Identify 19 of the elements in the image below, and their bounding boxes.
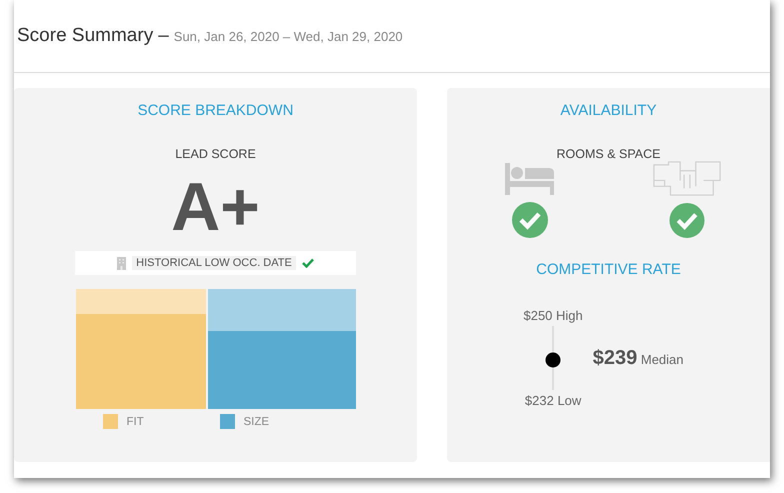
legend-label: FIT: [126, 416, 144, 428]
lead-score-grade: A+: [171, 173, 260, 241]
page-title: Score Summary: [17, 25, 154, 47]
floor-plan-icon: [652, 161, 722, 196]
panel-title: SCORE BREAKDOWN: [138, 102, 294, 119]
rate-scale-drawing: [545, 326, 562, 390]
low-rate: $232 Low: [524, 393, 582, 408]
title-separator: –: [158, 25, 169, 47]
section-title: COMPETITIVE RATE: [536, 261, 681, 278]
lead-score-label: LEAD SCORE: [175, 147, 256, 161]
high-rate: $250 High: [523, 308, 583, 323]
building-icon: [117, 256, 126, 270]
legend-label: SIZE: [244, 416, 270, 428]
factor-label: HISTORICAL LOW OCC. DATE: [132, 256, 296, 270]
rooms-space-label: ROOMS & SPACE: [556, 147, 660, 161]
date-range: Sun, Jan 26, 2020 – Wed, Jan 29, 2020: [174, 28, 403, 44]
median-rate: $239 Median: [592, 346, 684, 370]
panel-title: AVAILABILITY: [560, 102, 657, 119]
bed-icon: [505, 163, 556, 195]
